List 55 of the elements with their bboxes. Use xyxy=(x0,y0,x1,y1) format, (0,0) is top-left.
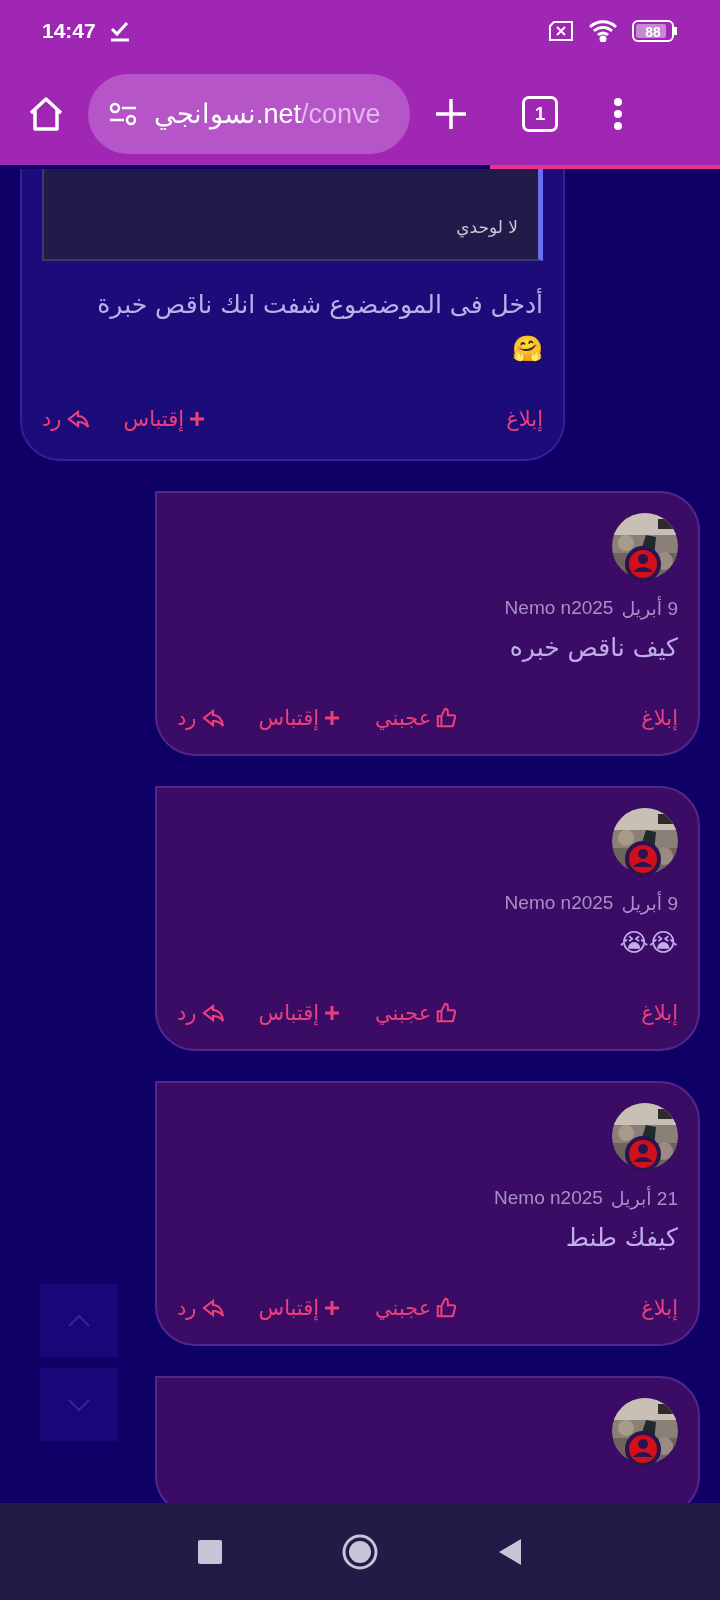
report-button[interactable]: إبلاغ xyxy=(506,407,543,431)
chevron-up-icon xyxy=(67,1313,91,1328)
site-settings-icon xyxy=(108,101,138,126)
post-text: 😭😭 xyxy=(618,927,678,959)
reply-icon xyxy=(200,1297,225,1319)
home-icon[interactable] xyxy=(28,95,64,132)
user-badge-icon xyxy=(624,545,662,583)
quote-button[interactable]: إقتباس xyxy=(123,407,207,431)
thumbs-up-icon xyxy=(435,1002,458,1024)
post-date: 21 أبريل xyxy=(610,1187,678,1210)
new-tab-icon[interactable] xyxy=(434,96,468,131)
post-text: أدخل فى الموضضوع شفت انك ناقص خبرة🤗 xyxy=(96,287,543,365)
plus-icon xyxy=(323,1299,342,1317)
author-name: Nemo n2025 xyxy=(494,1187,603,1210)
reply-button[interactable]: رد xyxy=(177,1296,225,1320)
plus-icon xyxy=(188,410,207,428)
report-button[interactable]: إبلاغ xyxy=(641,706,678,730)
reply-icon xyxy=(200,707,225,729)
quote-button[interactable]: إقتباس xyxy=(258,706,342,730)
user-badge-icon xyxy=(624,1430,662,1468)
user-badge-icon xyxy=(624,1135,662,1173)
reply-icon xyxy=(200,1002,225,1024)
quote-text: لا لوحدي xyxy=(455,217,518,237)
thumbs-up-icon xyxy=(435,1297,458,1319)
plus-icon xyxy=(323,1004,342,1022)
post-text: كيف ناقص خبره xyxy=(508,632,678,664)
reply-icon xyxy=(65,408,90,430)
reply-button[interactable]: رد xyxy=(177,706,225,730)
report-button[interactable]: إبلاغ xyxy=(641,1296,678,1320)
thumbs-up-icon xyxy=(435,707,458,729)
clock: 14:47 xyxy=(42,19,96,43)
quote-button[interactable]: إقتباس xyxy=(258,1001,342,1025)
wifi-icon xyxy=(588,20,618,42)
back-icon[interactable] xyxy=(498,1537,522,1566)
post-date: 9 أبريل xyxy=(621,597,678,620)
download-done-icon xyxy=(109,20,130,42)
post-date: 9 أبريل xyxy=(621,892,678,915)
author-name: Nemo n2025 xyxy=(504,597,614,620)
user-badge-icon xyxy=(624,840,662,878)
author-name: Nemo n2025 xyxy=(504,892,614,915)
report-button[interactable]: إبلاغ xyxy=(641,1001,678,1025)
home-button-icon[interactable] xyxy=(342,1533,378,1570)
tab-count-button[interactable]: 1 xyxy=(522,95,558,132)
chevron-down-icon xyxy=(67,1397,91,1412)
post-text: كيفك طنط xyxy=(564,1222,678,1254)
like-button[interactable]: عجبني xyxy=(375,706,458,730)
no-sim-icon xyxy=(548,21,574,41)
more-icon[interactable] xyxy=(612,96,624,131)
reply-button[interactable]: رد xyxy=(42,407,90,431)
like-button[interactable]: عجبني xyxy=(375,1296,458,1320)
recents-icon[interactable] xyxy=(198,1539,222,1564)
like-button[interactable]: عجبني xyxy=(375,1001,458,1025)
reply-button[interactable]: رد xyxy=(177,1001,225,1025)
plus-icon xyxy=(323,709,342,727)
quote-button[interactable]: إقتباس xyxy=(258,1296,342,1320)
